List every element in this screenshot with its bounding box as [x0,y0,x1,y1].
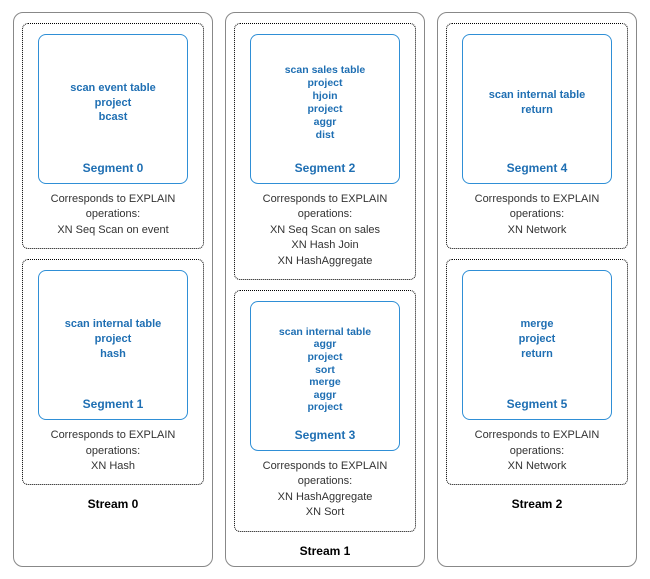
op-line: hash [100,347,126,362]
op-line: project [519,332,556,347]
op-line: aggr [314,389,337,402]
segment-label: Segment 4 [507,161,568,175]
segment-group-0: scan event table project bcast Segment 0… [22,23,204,249]
segment-label: Segment 0 [83,161,144,175]
segment-ops: merge project return [519,281,556,397]
op-line: scan internal table [489,88,586,103]
segment-box-3: scan internal table aggr project sort me… [250,301,400,451]
op-line: merge [309,376,341,389]
explain-line: XN HashAggregate [243,254,407,269]
segment-label: Segment 2 [295,161,356,175]
explain-header: Corresponds to EXPLAIN operations: [455,192,619,223]
op-line: scan event table [70,81,156,96]
explain-header: Corresponds to EXPLAIN operations: [31,428,195,459]
op-line: scan sales table [285,64,366,77]
op-line: hjoin [312,90,337,103]
explain-text: Corresponds to EXPLAIN operations: XN Se… [243,192,407,269]
segment-group-3: scan internal table aggr project sort me… [234,290,416,532]
explain-header: Corresponds to EXPLAIN operations: [455,428,619,459]
stream-0: scan event table project bcast Segment 0… [13,12,213,567]
op-line: project [307,351,342,364]
stream-2: scan internal table return Segment 4 Cor… [437,12,637,567]
segment-group-5: merge project return Segment 5 Correspon… [446,259,628,485]
op-line: project [307,77,342,90]
op-line: dist [316,129,335,142]
streams-container: scan event table project bcast Segment 0… [12,12,638,567]
op-line: project [95,332,132,347]
explain-text: Corresponds to EXPLAIN operations: XN Ne… [455,192,619,238]
op-line: bcast [99,110,128,125]
stream-1: scan sales table project hjoin project a… [225,12,425,567]
segment-ops: scan event table project bcast [70,45,156,161]
op-line: merge [520,317,553,332]
segment-box-5: merge project return Segment 5 [462,270,612,420]
segment-ops: scan internal table project hash [65,281,162,397]
explain-line: XN Network [455,223,619,238]
explain-text: Corresponds to EXPLAIN operations: XN Ne… [455,428,619,474]
explain-text: Corresponds to EXPLAIN operations: XN Ha… [31,428,195,474]
explain-header: Corresponds to EXPLAIN operations: [31,192,195,223]
explain-line: XN Seq Scan on sales [243,223,407,238]
segment-box-1: scan internal table project hash Segment… [38,270,188,420]
op-line: sort [315,364,335,377]
segment-ops: scan internal table aggr project sort me… [279,312,371,428]
segment-label: Segment 1 [83,397,144,411]
segment-group-2: scan sales table project hjoin project a… [234,23,416,280]
stream-label: Stream 0 [88,497,139,511]
explain-line: XN Hash [31,459,195,474]
explain-line: XN Hash Join [243,238,407,253]
op-line: project [307,103,342,116]
explain-line: XN Network [455,459,619,474]
segment-label: Segment 3 [295,428,356,442]
op-line: return [521,103,553,118]
segment-box-0: scan event table project bcast Segment 0 [38,34,188,184]
explain-line: XN Seq Scan on event [31,223,195,238]
explain-header: Corresponds to EXPLAIN operations: [243,192,407,223]
op-line: scan internal table [65,317,162,332]
segment-group-4: scan internal table return Segment 4 Cor… [446,23,628,249]
op-line: scan internal table [279,326,371,339]
stream-label: Stream 2 [512,497,563,511]
op-line: aggr [314,338,337,351]
segment-group-1: scan internal table project hash Segment… [22,259,204,485]
explain-text: Corresponds to EXPLAIN operations: XN Ha… [243,459,407,521]
op-line: project [95,96,132,111]
explain-text: Corresponds to EXPLAIN operations: XN Se… [31,192,195,238]
segment-box-2: scan sales table project hjoin project a… [250,34,400,184]
stream-label: Stream 1 [300,544,351,558]
explain-line: XN HashAggregate [243,490,407,505]
op-line: project [307,401,342,414]
explain-line: XN Sort [243,505,407,520]
segment-ops: scan internal table return [489,45,586,161]
segment-label: Segment 5 [507,397,568,411]
op-line: aggr [314,116,337,129]
explain-header: Corresponds to EXPLAIN operations: [243,459,407,490]
segment-box-4: scan internal table return Segment 4 [462,34,612,184]
segment-ops: scan sales table project hjoin project a… [285,45,366,161]
op-line: return [521,347,553,362]
